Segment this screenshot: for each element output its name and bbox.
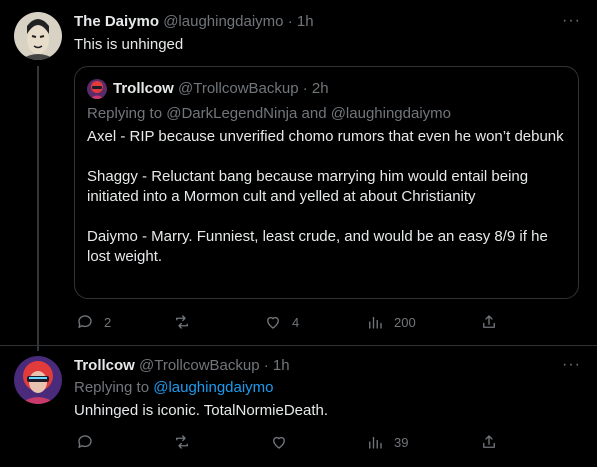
quote-author-name: Trollcow (113, 80, 174, 97)
views-icon (369, 316, 382, 329)
reply-icon (78, 315, 92, 328)
views-button[interactable]: 200 (366, 313, 416, 331)
replying-to-handle-link[interactable]: @laughingdaiymo (153, 379, 273, 396)
reply-button[interactable] (76, 433, 104, 451)
quote-header: Trollcow @TrollcowBackup · 2h (113, 80, 329, 97)
reply-count: 2 (104, 314, 112, 330)
share-icon (483, 315, 495, 328)
timestamp[interactable]: · 1h (288, 13, 314, 30)
quote-replying-to: Replying to @DarkLegendNinja and @laughi… (87, 105, 452, 122)
thread-line (37, 66, 39, 351)
quote-paragraph: Axel - RIP because unverified chomo rumo… (87, 128, 564, 145)
timestamp[interactable]: · 1h (264, 357, 290, 374)
views-icon (369, 436, 382, 449)
tweet-text: This is unhinged (74, 36, 184, 53)
quote-timestamp: · 2h (302, 80, 329, 97)
author-handle[interactable]: @TrollcowBackup (139, 357, 260, 374)
avatar-trollcow[interactable] (14, 356, 62, 404)
views-button[interactable]: 39 (366, 433, 408, 451)
author-name[interactable]: The Daiymo (74, 13, 159, 30)
reply-button[interactable]: 2 (76, 313, 111, 331)
tweet-header: Trollcow @TrollcowBackup · 1h (74, 357, 290, 374)
quote-author-handle: @TrollcowBackup (178, 80, 299, 97)
replying-to-prefix: Replying to (74, 379, 150, 396)
avatar-trollcow-small (87, 79, 107, 99)
tweet-daiymo[interactable]: The Daiymo @laughingdaiymo · 1h ··· This… (0, 0, 597, 351)
share-icon (483, 435, 495, 448)
like-button[interactable]: 4 (264, 313, 299, 331)
tweet-trollcow-reply[interactable]: Trollcow @TrollcowBackup · 1h ··· Replyi… (0, 345, 597, 467)
action-bar: 39 (74, 433, 584, 453)
quote-paragraph: Shaggy - Reluctant bang because marrying… (87, 168, 529, 205)
tweet-text: Unhinged is iconic. TotalNormieDeath. (74, 402, 329, 419)
share-button[interactable] (480, 433, 498, 451)
retweet-button[interactable] (173, 433, 201, 451)
like-button[interactable] (270, 433, 298, 451)
views-count: 39 (394, 434, 409, 450)
retweet-button[interactable] (173, 313, 201, 331)
reply-icon (78, 435, 92, 448)
tweet-header: The Daiymo @laughingdaiymo · 1h (74, 13, 314, 30)
quote-body: Axel - RIP because unverified chomo rumo… (87, 127, 567, 287)
replying-to: Replying to @laughingdaiymo (74, 378, 274, 398)
share-button[interactable] (480, 313, 498, 331)
heart-icon (267, 316, 279, 329)
quote-paragraph: Daiymo - Marry. Funniest, least crude, a… (87, 228, 548, 265)
views-count: 200 (394, 314, 416, 330)
quoted-tweet[interactable]: Trollcow @TrollcowBackup · 2h Replying t… (74, 66, 579, 299)
author-name[interactable]: Trollcow (74, 357, 135, 374)
retweet-icon (176, 315, 188, 329)
author-handle[interactable]: @laughingdaiymo (163, 13, 283, 30)
like-count: 4 (292, 314, 300, 330)
action-bar: 2 4 200 (74, 313, 584, 333)
avatar-daiymo[interactable] (14, 12, 62, 60)
retweet-icon (176, 435, 188, 449)
more-options-button[interactable]: ··· (562, 356, 581, 374)
more-options-button[interactable]: ··· (562, 12, 581, 30)
heart-icon (273, 436, 285, 449)
